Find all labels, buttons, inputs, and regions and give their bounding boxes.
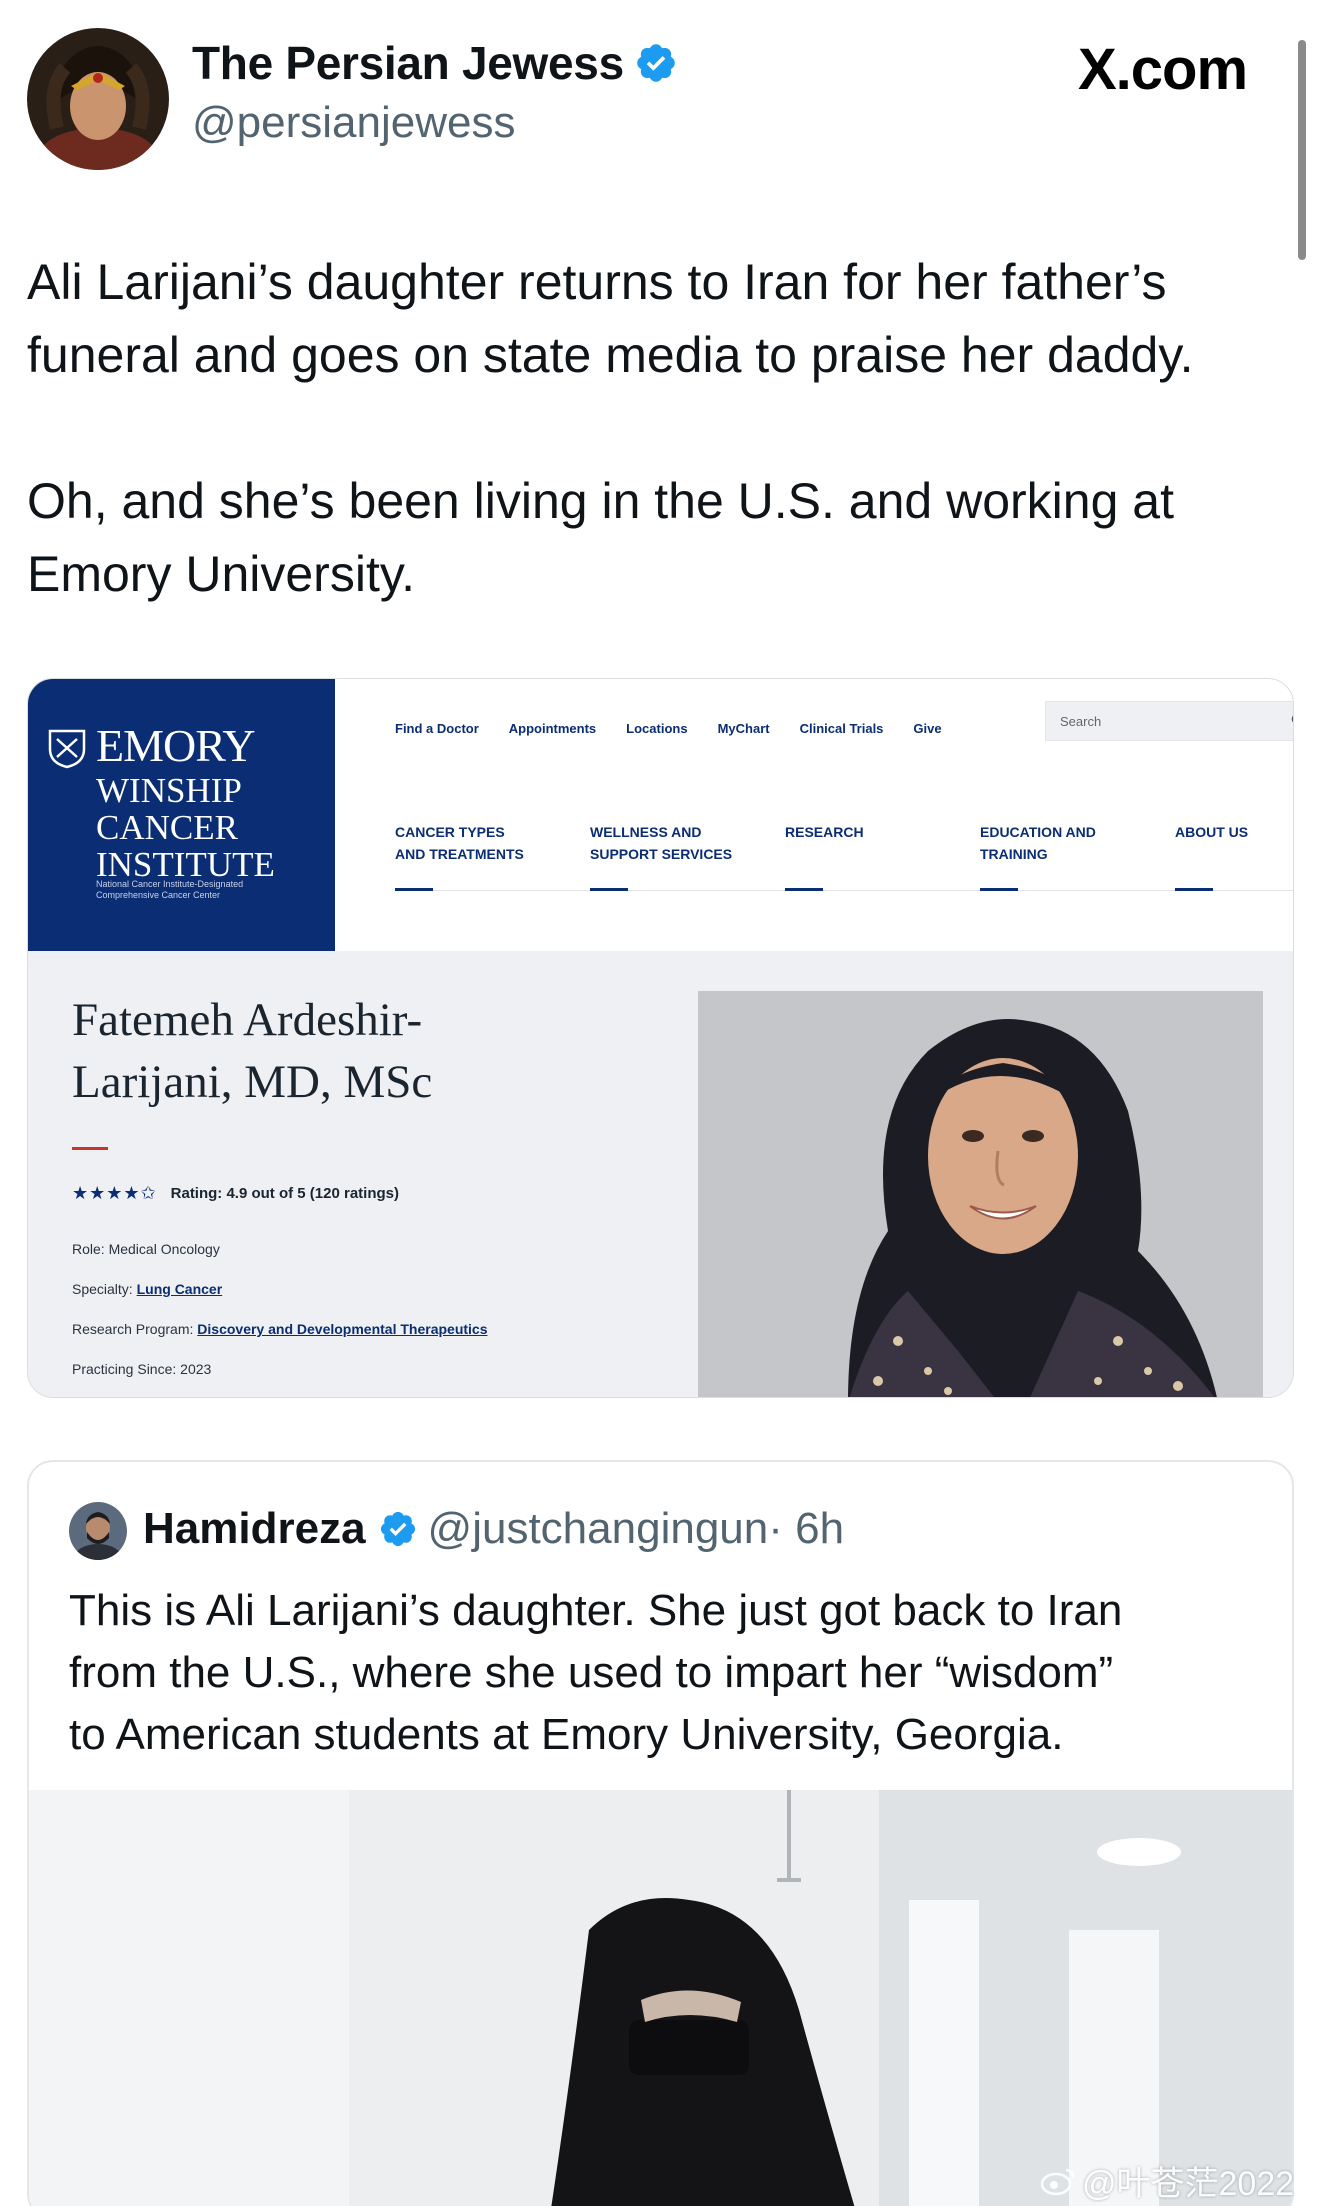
doctor-profile: Fatemeh Ardeshir- Larijani, MD, MSc ★★★★…	[28, 951, 1293, 1397]
winship-title: WINSHIP CANCER INSTITUTE	[96, 771, 275, 884]
site-label: X.com	[1078, 37, 1248, 102]
author-handle[interactable]: @persianjewess	[192, 98, 515, 148]
divider	[72, 1147, 108, 1150]
utility-nav: Find a Doctor Appointments Locations MyC…	[395, 721, 942, 736]
watermark: @叶苍茫2022	[1040, 2156, 1294, 2205]
author-name-row[interactable]: The Persian Jewess	[192, 36, 678, 90]
util-link-find-doctor[interactable]: Find a Doctor	[395, 721, 479, 736]
rating-row: ★★★★✩ Rating: 4.9 out of 5 (120 ratings)	[72, 1183, 399, 1204]
doctor-name: Fatemeh Ardeshir- Larijani, MD, MSc	[72, 994, 433, 1108]
doctor-photo	[698, 991, 1263, 1397]
quoted-author-handle[interactable]: @justchangingun	[428, 1504, 769, 1554]
watermark-text: @叶苍茫2022	[1082, 2165, 1295, 2203]
nav-wellness[interactable]: WELLNESS AND SUPPORT SERVICES	[590, 821, 785, 891]
program-line: Research Program: Discovery and Developm…	[72, 1321, 488, 1361]
nci-designation: National Cancer Institute-Designated Com…	[96, 879, 244, 900]
role-line: Role: Medical Oncology	[72, 1241, 220, 1257]
search-input[interactable]: Search	[1045, 701, 1293, 741]
util-link-locations[interactable]: Locations	[626, 721, 687, 736]
nav-education[interactable]: EDUCATION AND TRAINING	[980, 821, 1175, 891]
verified-badge-icon	[637, 44, 675, 82]
specialty-label: Specialty:	[72, 1281, 133, 1297]
quoted-image[interactable]	[29, 1790, 1292, 2206]
nav-cancer-types[interactable]: CANCER TYPES AND TREATMENTS	[395, 821, 590, 891]
tweet-paragraph: Oh, and she’s been living in the U.S. an…	[27, 473, 1174, 602]
rating-text: Rating: 4.9 out of 5 (120 ratings)	[170, 1185, 400, 1202]
program-label: Research Program:	[72, 1321, 194, 1337]
util-link-appointments[interactable]: Appointments	[509, 721, 596, 736]
doctor-facts: Role: Medical Oncology Specialty: Lung C…	[72, 1241, 488, 1397]
emory-header: Find a Doctor Appointments Locations MyC…	[335, 679, 1293, 951]
author-avatar[interactable]	[27, 28, 169, 170]
emory-wordmark: EMORY	[96, 720, 256, 771]
star-rating-icon: ★★★★✩	[72, 1183, 157, 1203]
scrollbar[interactable]	[1298, 40, 1306, 260]
program-link[interactable]: Discovery and Developmental Therapeutics	[197, 1321, 487, 1337]
specialty-line: Specialty: Lung Cancer	[72, 1281, 488, 1321]
util-link-clinical-trials[interactable]: Clinical Trials	[800, 721, 884, 736]
util-link-give[interactable]: Give	[913, 721, 941, 736]
tweet-text: Ali Larijani’s daughter returns to Iran …	[27, 246, 1297, 611]
quoted-author-name[interactable]: Hamidreza	[143, 1504, 366, 1554]
weibo-icon	[1040, 2168, 1075, 2195]
tweet-paragraph: Ali Larijani’s daughter returns to Iran …	[27, 254, 1194, 383]
util-link-mychart[interactable]: MyChart	[718, 721, 770, 736]
nav-research[interactable]: RESEARCH	[785, 821, 980, 891]
quoted-header: Hamidreza @justchangingun · 6h	[143, 1504, 844, 1554]
quoted-author-avatar[interactable]	[69, 1502, 127, 1560]
quoted-tweet[interactable]: Hamidreza @justchangingun · 6h This is A…	[27, 1460, 1294, 2206]
practicing-since-line: Practicing Since: 2023	[72, 1361, 212, 1377]
emory-logo: EMORY WINSHIP CANCER INSTITUTE National …	[28, 679, 335, 951]
shield-icon	[48, 729, 86, 769]
main-nav: CANCER TYPES AND TREATMENTS WELLNESS AND…	[395, 821, 1293, 891]
search-icon	[1291, 715, 1293, 723]
search-placeholder: Search	[1060, 714, 1102, 729]
author-name[interactable]: The Persian Jewess	[192, 36, 624, 90]
nav-about-us[interactable]: ABOUT US	[1175, 821, 1293, 891]
verified-badge-icon	[380, 1511, 415, 1547]
quoted-text: This is Ali Larijani’s daughter. She jus…	[69, 1586, 1123, 1759]
attached-image-emory-profile[interactable]: EMORY WINSHIP CANCER INSTITUTE National …	[27, 678, 1294, 1398]
quoted-timestamp[interactable]: · 6h	[768, 1504, 844, 1554]
specialty-link[interactable]: Lung Cancer	[137, 1281, 223, 1297]
